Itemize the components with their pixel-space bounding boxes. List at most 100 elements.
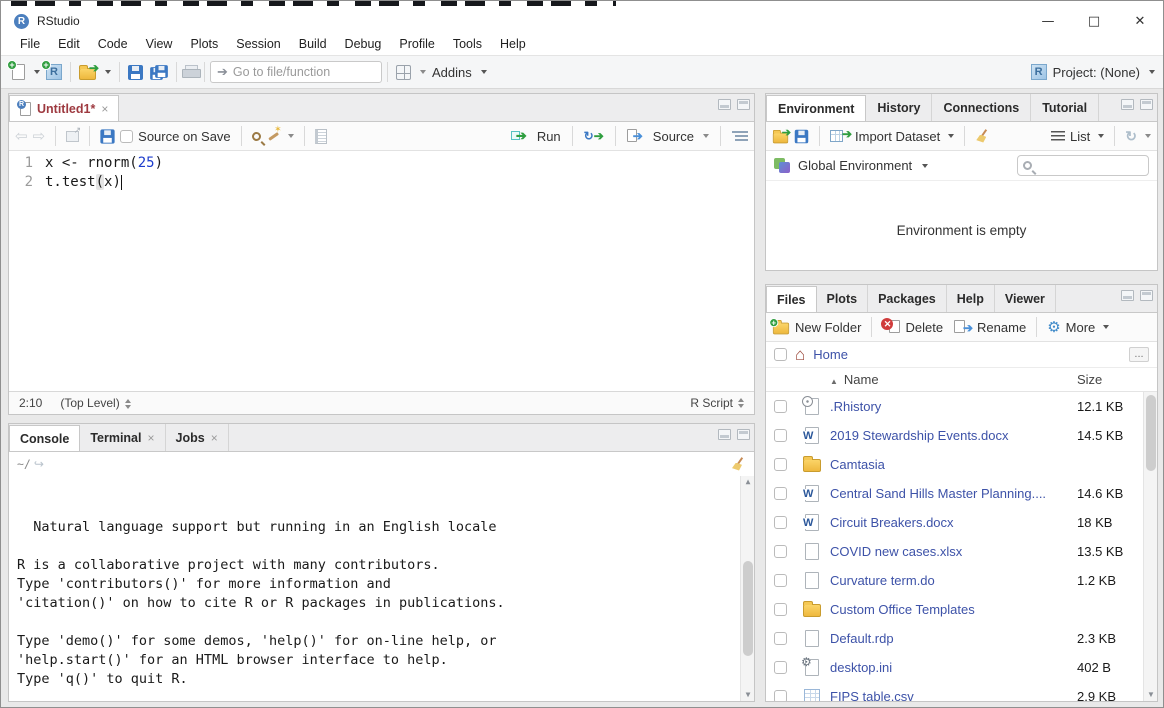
chevron-down-icon[interactable] [922,164,928,168]
clear-console-icon[interactable] [731,457,746,472]
scroll-down-icon[interactable]: ▼ [741,689,754,701]
scroll-down-icon[interactable]: ▼ [1144,689,1157,701]
file-checkbox[interactable] [774,603,787,616]
chevron-down-icon[interactable] [948,134,954,138]
import-dataset-label[interactable]: Import Dataset [855,129,940,144]
list-view-label[interactable]: List [1070,129,1090,144]
file-row[interactable]: Camtasia [766,450,1157,479]
run-icon[interactable]: ➔ [511,129,531,143]
tab-console[interactable]: Console [9,425,80,452]
tab-jobs[interactable]: Jobs× [166,424,229,451]
scroll-thumb[interactable] [1146,395,1156,471]
tab-untitled1[interactable]: R Untitled1* × [9,95,119,122]
file-name-link[interactable]: 2019 Stewardship Events.docx [830,428,1077,443]
environment-search-input[interactable] [1017,155,1149,176]
maximize-button[interactable]: □ [1071,9,1117,33]
print-icon[interactable] [182,65,199,79]
tab-tutorial[interactable]: Tutorial [1031,94,1099,121]
open-file-button[interactable]: ➔ [76,64,114,80]
tab-packages[interactable]: Packages [868,285,947,312]
file-checkbox[interactable] [774,429,787,442]
file-row[interactable]: Custom Office Templates [766,595,1157,624]
file-name-link[interactable]: desktop.ini [830,660,1077,675]
chevron-down-icon[interactable] [1145,134,1151,138]
minimize-pane-icon[interactable] [718,99,731,110]
minimize-pane-icon[interactable] [718,429,731,440]
close-icon[interactable]: × [101,102,108,116]
new-folder-label[interactable]: New Folder [795,320,861,335]
chevron-down-icon[interactable] [105,70,111,74]
chevron-down-icon[interactable] [288,134,294,138]
file-name-link[interactable]: Camtasia [830,457,1077,472]
file-name-link[interactable]: Default.rdp [830,631,1077,646]
file-checkbox[interactable] [774,487,787,500]
environment-scope-label[interactable]: Global Environment [798,158,912,173]
new-project-button[interactable]: R+ [43,64,65,80]
minimize-pane-icon[interactable] [1121,99,1134,110]
tab-connections[interactable]: Connections [932,94,1031,121]
goto-directory-icon[interactable]: ↪ [34,457,44,471]
files-scrollbar[interactable]: ▼ [1143,392,1157,701]
rename-icon[interactable]: ➔ [954,320,972,335]
file-checkbox[interactable] [774,400,787,413]
tab-history[interactable]: History [866,94,932,121]
compile-report-icon[interactable] [315,129,327,144]
file-row[interactable]: .Rhistory12.1 KB [766,392,1157,421]
tab-terminal[interactable]: Terminal× [80,424,165,451]
chevron-down-icon[interactable] [34,70,40,74]
column-name-header[interactable]: ▲Name [830,372,1077,387]
menu-profile[interactable]: Profile [390,35,443,53]
path-more-button[interactable]: ... [1129,347,1149,362]
tab-environment[interactable]: Environment [766,95,866,122]
tab-help[interactable]: Help [947,285,995,312]
file-checkbox[interactable] [774,632,787,645]
file-checkbox[interactable] [774,574,787,587]
select-all-checkbox[interactable] [774,348,787,361]
save-icon[interactable] [101,129,115,143]
scroll-thumb[interactable] [743,561,753,656]
more-label[interactable]: More [1066,320,1096,335]
delete-icon[interactable]: ✕ [882,320,900,335]
goto-file-function-input[interactable]: ➔ Go to file/function [210,61,382,83]
file-name-link[interactable]: Circuit Breakers.docx [830,515,1077,530]
find-replace-icon[interactable] [252,132,261,141]
panes-layout-button[interactable] [393,65,429,80]
file-name-link[interactable]: FIPS table.csv [830,689,1077,701]
source-on-save-checkbox[interactable] [120,130,133,143]
more-gear-icon[interactable]: ⚙ [1047,320,1060,335]
file-row[interactable]: COVID new cases.xlsx13.5 KB [766,537,1157,566]
new-folder-icon[interactable]: + [773,322,789,334]
chevron-down-icon[interactable] [1098,134,1104,138]
menu-tools[interactable]: Tools [444,35,491,53]
file-row[interactable]: desktop.ini402 B [766,653,1157,682]
rerun-icon[interactable]: ↻➔ [584,129,604,143]
source-icon[interactable]: ➔ [627,129,647,144]
code-line[interactable]: 1x <- rnorm(25) [9,154,754,173]
menu-code[interactable]: Code [89,35,137,53]
file-row[interactable]: 2019 Stewardship Events.docx14.5 KB [766,421,1157,450]
file-name-link[interactable]: .Rhistory [830,399,1077,414]
clear-environment-icon[interactable] [975,129,990,144]
document-outline-icon[interactable] [732,130,748,142]
new-file-button[interactable]: + [9,64,43,80]
menu-build[interactable]: Build [290,35,336,53]
run-label[interactable]: Run [537,129,561,144]
minimize-button[interactable]: — [1025,9,1071,33]
scope-selector[interactable]: (Top Level) [60,396,130,410]
menu-debug[interactable]: Debug [336,35,391,53]
refresh-icon[interactable]: ↻ [1125,128,1137,145]
save-icon[interactable] [128,65,143,80]
code-tools-icon[interactable] [266,129,280,143]
save-all-icon[interactable] [149,64,168,80]
file-row[interactable]: FIPS table.csv2.9 KB [766,682,1157,701]
column-size-header[interactable]: Size [1077,372,1143,387]
load-workspace-icon[interactable]: ➔ [773,133,788,144]
chevron-down-icon[interactable] [703,134,709,138]
file-row[interactable]: Circuit Breakers.docx18 KB [766,508,1157,537]
close-button[interactable]: ✕ [1117,9,1163,33]
file-name-link[interactable]: Curvature term.do [830,573,1077,588]
console-output[interactable]: Natural language support but running in … [9,476,754,701]
menu-help[interactable]: Help [491,35,535,53]
back-icon[interactable]: ⇦ [15,127,28,145]
minimize-pane-icon[interactable] [1121,290,1134,301]
